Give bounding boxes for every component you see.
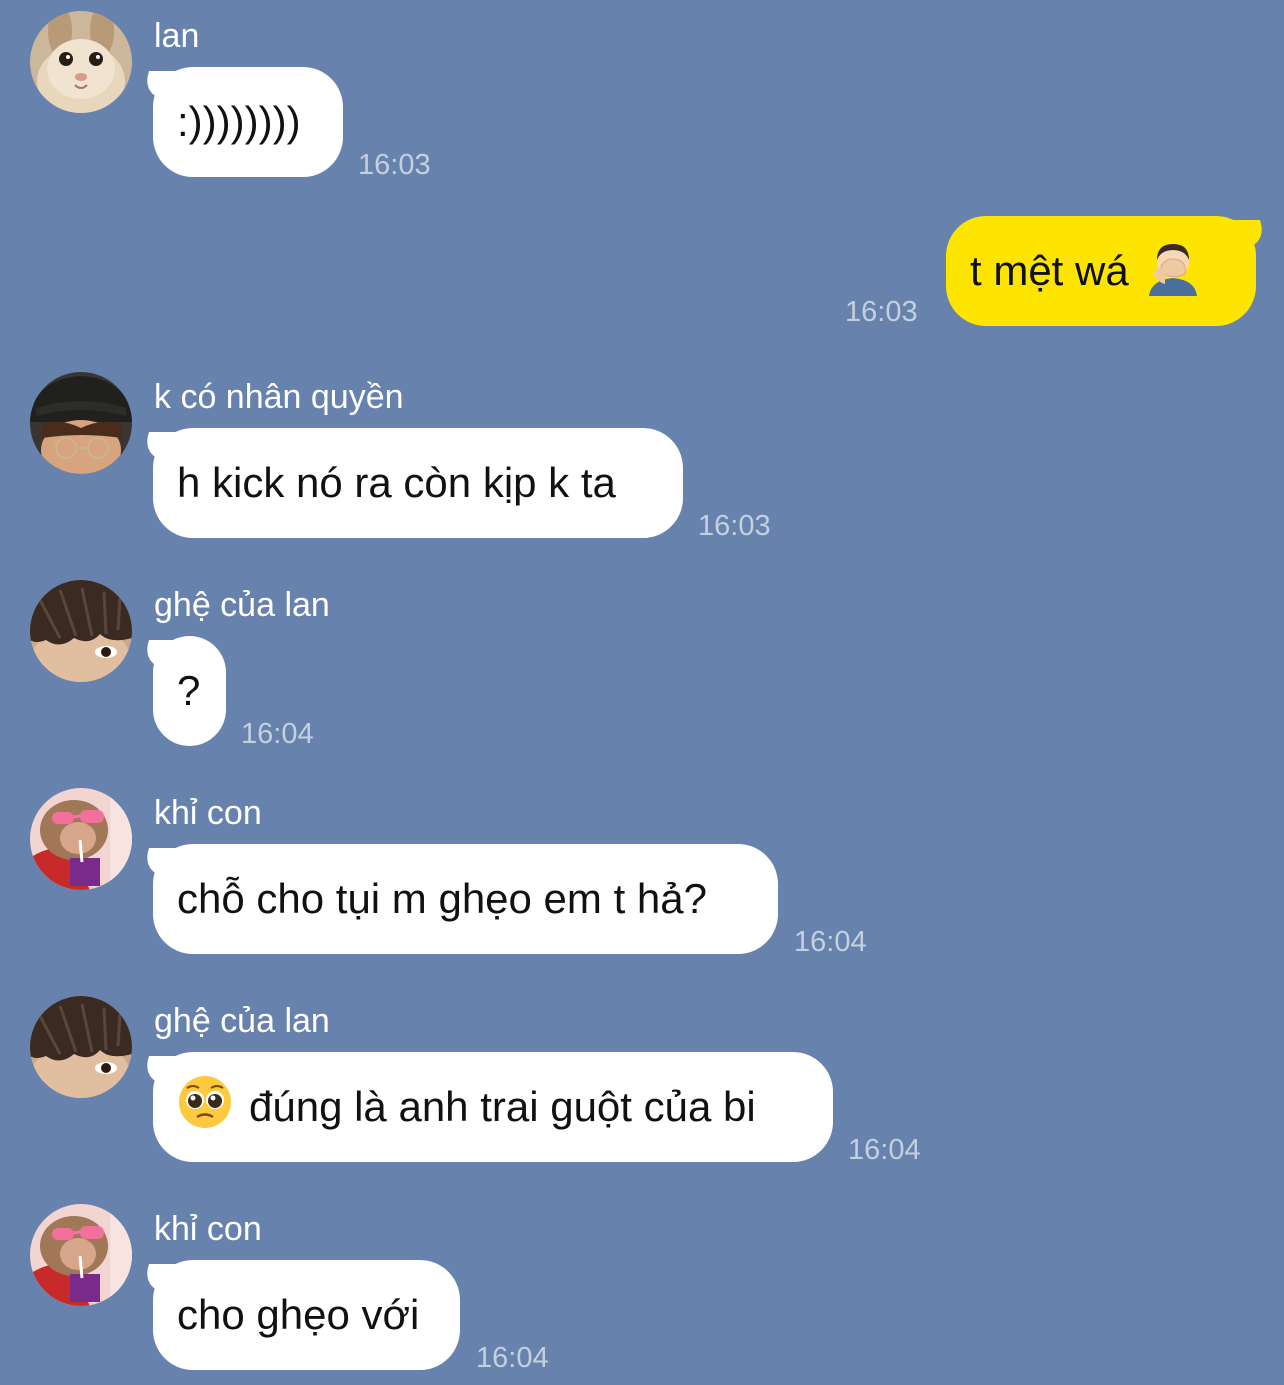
monkey-sunglasses-avatar[interactable]: [30, 788, 132, 890]
message-timestamp: 16:04: [241, 718, 314, 750]
hair-eye-avatar[interactable]: [30, 996, 132, 1098]
message-timestamp: 16:03: [845, 296, 918, 328]
message-timestamp: 16:04: [476, 1342, 549, 1374]
message-bubble[interactable]: cho ghẹo với: [153, 1260, 460, 1370]
sender-name: lan: [154, 17, 200, 55]
sender-name: khỉ con: [154, 1210, 262, 1248]
message-bubble[interactable]: chỗ cho tụi m ghẹo em t hả?: [153, 844, 778, 954]
message-timestamp: 16:03: [698, 510, 771, 542]
message-text: cho ghẹo với: [177, 1291, 420, 1338]
message-text: ?: [177, 667, 201, 714]
message-timestamp: 16:04: [848, 1134, 921, 1166]
sender-name: khỉ con: [154, 794, 262, 832]
message-text: t mệt wá: [970, 247, 1129, 294]
monkey-sunglasses-avatar[interactable]: [30, 1204, 132, 1306]
pleading-face-emoji: [177, 1074, 233, 1140]
message-text: chỗ cho tụi m ghẹo em t hả?: [177, 875, 707, 922]
sender-name: ghệ của lan: [154, 1002, 330, 1040]
hair-eye-avatar[interactable]: [30, 580, 132, 682]
sender-name: ghệ của lan: [154, 586, 330, 624]
message-bubble[interactable]: ?: [153, 636, 226, 746]
chat-area: lan :)))))))) 16:03 16:03 t mệt wá k có …: [0, 0, 1284, 1385]
message-bubble[interactable]: đúng là anh trai guột của bi: [153, 1052, 833, 1162]
message-text: đúng là anh trai guột của bi: [249, 1083, 756, 1130]
message-bubble[interactable]: h kick nó ra còn kịp k ta: [153, 428, 683, 538]
message-text: :)))))))): [177, 98, 301, 145]
message-bubble[interactable]: :)))))))): [153, 67, 343, 177]
man-facepalming-emoji: [1143, 236, 1203, 306]
my-message-bubble[interactable]: t mệt wá: [946, 216, 1256, 326]
sender-name: k có nhân quyền: [154, 378, 404, 416]
rabbit-avatar[interactable]: [30, 11, 132, 113]
message-timestamp: 16:03: [358, 149, 431, 181]
message-text: h kick nó ra còn kịp k ta: [177, 459, 616, 506]
message-timestamp: 16:04: [794, 926, 867, 958]
boy-hat-avatar[interactable]: [30, 372, 132, 474]
